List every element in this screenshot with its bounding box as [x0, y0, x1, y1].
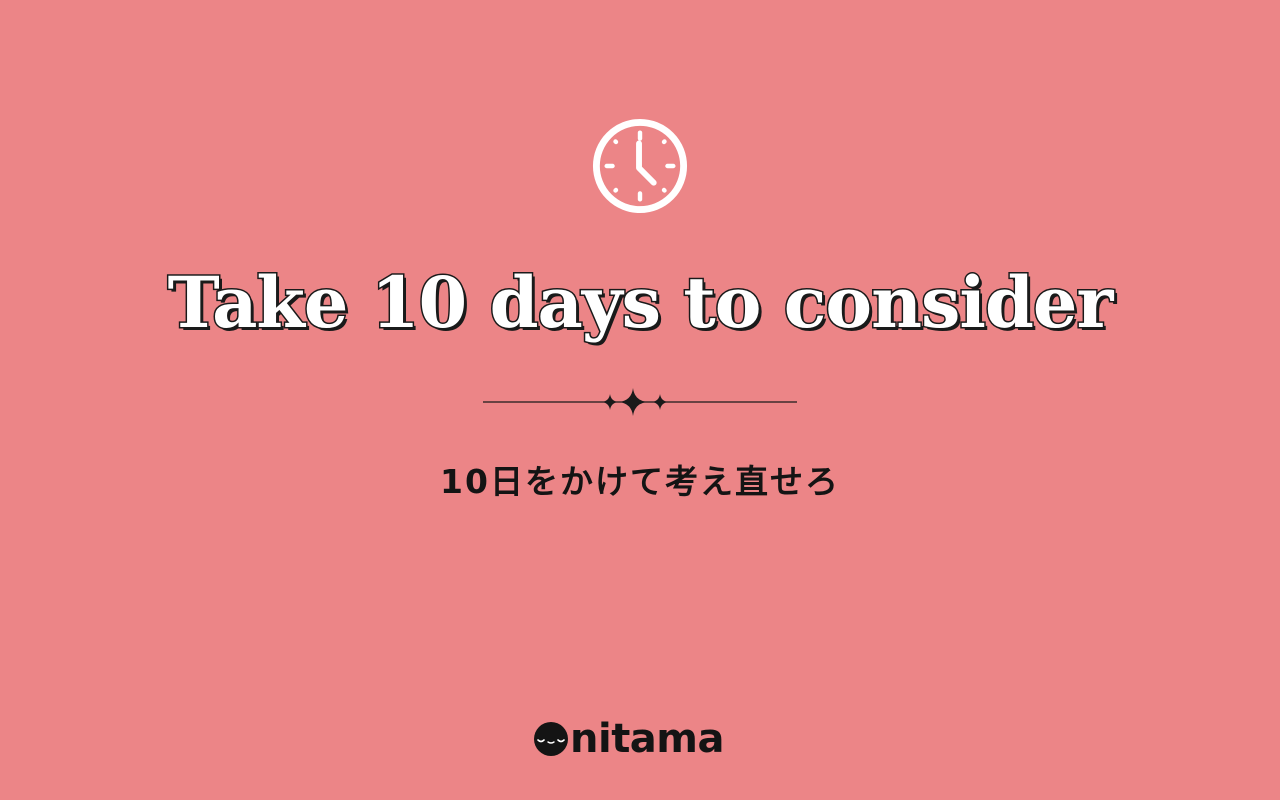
page-title: Take 10 days to consider — [166, 260, 1115, 346]
sparkle-icon — [619, 388, 647, 416]
subtitle: 10日をかけて考え直せろ — [440, 462, 840, 501]
brand-logo: nitama — [533, 716, 724, 762]
sparkle-divider — [483, 388, 797, 416]
egg-face-icon — [534, 722, 568, 756]
logo-text: nitama — [570, 716, 724, 762]
sparkle-icon — [652, 394, 668, 410]
sparkle-icon — [602, 394, 618, 410]
clock-icon — [592, 118, 688, 214]
